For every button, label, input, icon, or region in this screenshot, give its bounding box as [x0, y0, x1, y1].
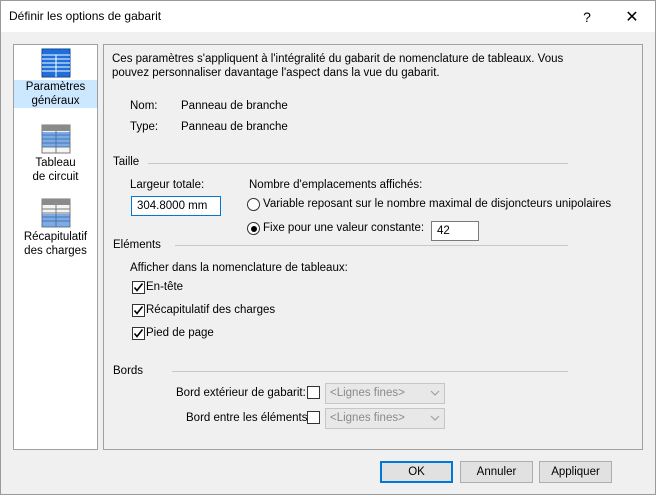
size-divider [148, 163, 568, 164]
fixed-slots-input[interactable]: 42 [431, 221, 479, 241]
size-section-label: Taille [113, 156, 140, 168]
sidebar-item-general[interactable]: Paramètres généraux [14, 48, 97, 108]
help-icon: ? [583, 8, 591, 25]
sidebar: Paramètres généraux Tableau de circuit R… [13, 44, 98, 450]
name-value: Panneau de branche [181, 100, 288, 112]
elements-divider [175, 245, 568, 246]
elements-section-label: Eléments [113, 239, 161, 251]
variable-slots-label[interactable]: Variable reposant sur le nombre maximal … [263, 198, 611, 210]
checkmark-icon [133, 329, 144, 338]
between-elements-border-checkbox[interactable] [307, 411, 320, 424]
close-button[interactable]: ✕ [609, 1, 655, 32]
slots-label: Nombre d'emplacements affichés: [249, 179, 423, 191]
borders-section-label: Bords [113, 365, 144, 377]
apply-button[interactable]: Appliquer [539, 461, 612, 483]
outer-border-linestyle-select[interactable]: <Lignes fines> [325, 383, 445, 404]
type-label: Type: [130, 121, 159, 133]
load-summary-checkbox[interactable] [132, 304, 145, 317]
general-settings-panel: Ces paramètres s'appliquent à l'intégral… [103, 44, 643, 450]
help-button[interactable]: ? [564, 1, 610, 32]
total-width-label: Largeur totale: [130, 179, 205, 191]
checkmark-icon [133, 283, 144, 292]
borders-divider [172, 371, 568, 372]
outer-border-label: Bord extérieur de gabarit: [176, 387, 306, 399]
header-checkbox[interactable] [132, 281, 145, 294]
header-label[interactable]: En-tête [146, 281, 183, 293]
fixed-slots-radio[interactable] [247, 222, 260, 235]
options-dialog: Définir les options de gabarit ? ✕ Param… [0, 0, 656, 495]
fixed-slots-label[interactable]: Fixe pour une valeur constante: [263, 222, 424, 234]
window-title: Définir les options de gabarit [9, 9, 162, 23]
sidebar-item-load-summary[interactable]: Récapitulatif des charges [14, 198, 97, 258]
table-grid-icon [41, 48, 70, 78]
footer-label[interactable]: Pied de page [146, 327, 214, 339]
description-line-2: pouvez personnaliser davantage l'aspect … [112, 67, 440, 79]
sidebar-item-circuit-table[interactable]: Tableau de circuit [14, 124, 97, 184]
outer-border-checkbox[interactable] [307, 386, 320, 399]
title-bar: Définir les options de gabarit ? ✕ [1, 1, 655, 32]
total-width-input[interactable]: 304.8000 mm [131, 196, 221, 216]
checkmark-icon [133, 306, 144, 315]
show-in-schedule-label: Afficher dans la nomenclature de tableau… [130, 262, 348, 274]
table-grid-icon [41, 124, 70, 154]
footer-checkbox[interactable] [132, 327, 145, 340]
chevron-down-icon [430, 415, 440, 421]
chevron-down-icon [430, 390, 440, 396]
between-elements-border-label: Bord entre les éléments: [186, 412, 311, 424]
cancel-button[interactable]: Annuler [460, 461, 533, 483]
name-label: Nom: [130, 100, 158, 112]
close-icon: ✕ [625, 8, 639, 26]
table-grid-icon [41, 198, 70, 228]
sidebar-item-label: Paramètres généraux [14, 80, 97, 108]
load-summary-label[interactable]: Récapitulatif des charges [146, 304, 275, 316]
ok-button[interactable]: OK [380, 461, 453, 483]
sidebar-item-label: Tableau de circuit [32, 157, 79, 183]
sidebar-item-label: Récapitulatif des charges [23, 231, 88, 257]
type-value: Panneau de branche [181, 121, 288, 133]
between-elements-linestyle-select[interactable]: <Lignes fines> [325, 408, 445, 429]
variable-slots-radio[interactable] [247, 198, 260, 211]
description-line-1: Ces paramètres s'appliquent à l'intégral… [112, 53, 564, 65]
